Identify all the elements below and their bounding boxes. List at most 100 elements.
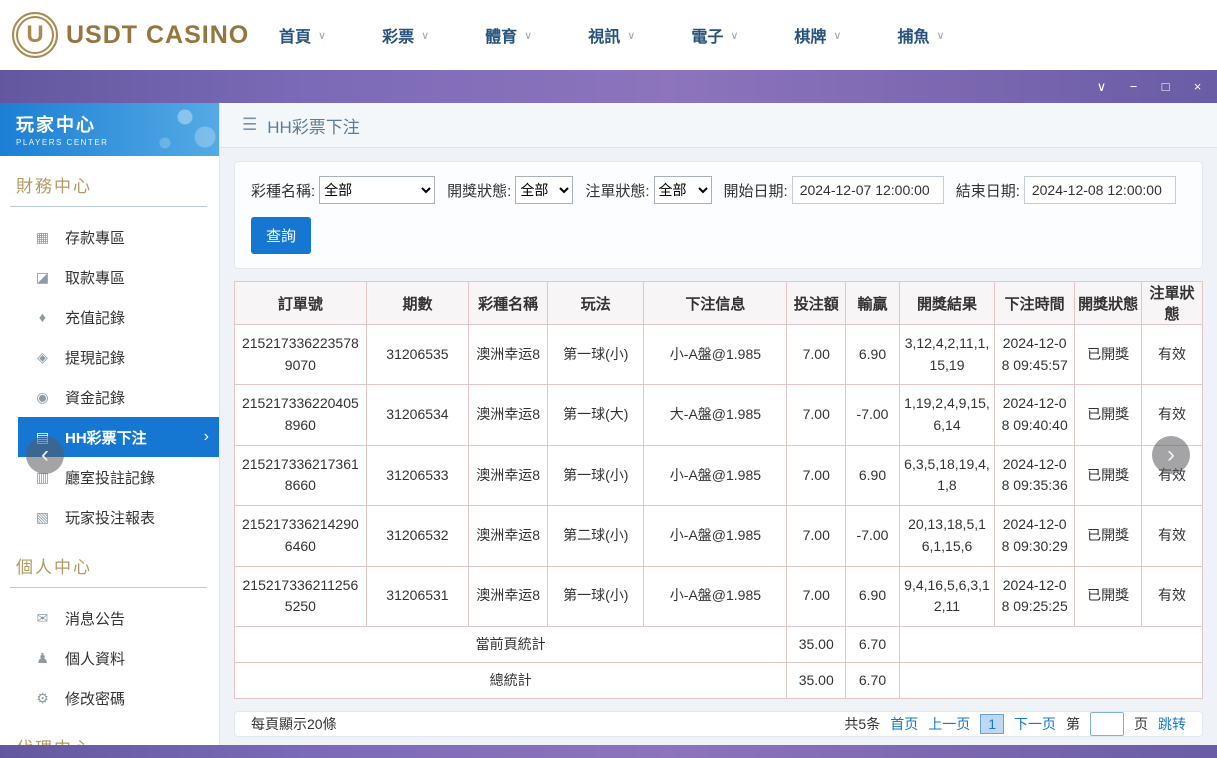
sidebar-item-player-bet-report[interactable]: ▧ 玩家投注報表	[0, 497, 219, 537]
sidebar-item-label: 存款專區	[65, 227, 125, 248]
bet-table-panel: 訂單號 期數 彩種名稱 玩法 下注信息 投注額 輸贏 開獎結果 下注時間 開獎狀…	[234, 281, 1203, 699]
cell-bet-time: 2024-12-08 09:40:40	[995, 385, 1075, 445]
first-page-link[interactable]: 首页	[890, 714, 918, 734]
nav-label: 電子	[691, 23, 723, 47]
page-title: HH彩票下注	[267, 113, 360, 138]
filter-row: 彩種名稱: 全部 開獎狀態: 全部 注單狀態: 全部	[251, 176, 1186, 204]
table-row: 2152173362142906460 31206532 澳洲幸运8 第二球(小…	[235, 506, 1203, 566]
chevron-right-icon: ›	[204, 428, 209, 446]
sidebar-item-withdraw[interactable]: ◪ 取款專區	[0, 257, 219, 297]
chevron-down-icon: ∨	[421, 29, 429, 42]
cell-bet-info: 小-A盤@1.985	[644, 566, 787, 626]
nav-item-sports[interactable]: 體育∨	[485, 23, 532, 47]
cell-draw-status: 已開獎	[1075, 385, 1142, 445]
table-row: 2152173362204058960 31206534 澳洲幸运8 第一球(大…	[235, 385, 1203, 445]
next-page-link[interactable]: 下一页	[1014, 714, 1056, 734]
cell-bet-time: 2024-12-08 09:25:25	[995, 566, 1075, 626]
cell-amount: 7.00	[787, 385, 846, 445]
nav-item-cards[interactable]: 棋牌∨	[794, 23, 841, 47]
nav-item-home[interactable]: 首頁∨	[279, 23, 326, 47]
filter-order-status: 注單狀態: 全部	[585, 176, 711, 204]
cell-amount: 7.00	[787, 506, 846, 566]
summary-win-loss: 6.70	[846, 626, 900, 662]
chevron-down-icon: ∨	[936, 29, 944, 42]
sidebar-item-deposit[interactable]: ▦ 存款專區	[0, 217, 219, 257]
end-date-input[interactable]	[1024, 176, 1176, 204]
cell-order-status: 有效	[1142, 566, 1203, 626]
header-order-no: 訂單號	[235, 282, 367, 325]
jump-button[interactable]: 跳转	[1158, 714, 1186, 734]
collapse-icon[interactable]: ∨	[1094, 80, 1109, 93]
summary-amount: 35.00	[787, 662, 846, 698]
cell-lottery: 澳洲幸运8	[469, 506, 548, 566]
main-nav: 首頁∨ 彩票∨ 體育∨ 視訊∨ 電子∨ 棋牌∨ 捕魚∨	[279, 23, 945, 47]
cell-order-no: 2152173362204058960	[235, 385, 367, 445]
sidebar-item-withdraw-record[interactable]: ◈ 提現記錄	[0, 337, 219, 377]
header-win-loss: 輸贏	[846, 282, 900, 325]
cell-bet-time: 2024-12-08 09:45:57	[995, 325, 1075, 385]
nav-label: 視訊	[588, 23, 620, 47]
sidebar-item-change-password[interactable]: ⚙ 修改密碼	[0, 678, 219, 718]
bet-table: 訂單號 期數 彩種名稱 玩法 下注信息 投注額 輸贏 開獎結果 下注時間 開獎狀…	[234, 281, 1203, 699]
minimize-icon[interactable]: −	[1126, 80, 1141, 93]
cell-play: 第一球(大)	[548, 385, 644, 445]
nav-item-video[interactable]: 視訊 ∨	[588, 23, 635, 47]
nav-item-fishing[interactable]: 捕魚∨	[897, 23, 944, 47]
sidebar-item-label: 充值記錄	[65, 307, 125, 328]
chevron-down-icon: ∨	[318, 29, 326, 42]
search-button[interactable]: 查詢	[251, 217, 311, 254]
cell-result: 9,4,16,5,6,3,12,11	[899, 566, 994, 626]
current-page-indicator: 1	[980, 714, 1004, 734]
bottom-window-bar	[0, 745, 1217, 758]
carousel-next-arrow[interactable]: ›	[1152, 436, 1190, 474]
person-icon: ♟	[34, 650, 51, 667]
chevron-down-icon: ∨	[627, 29, 635, 42]
draw-status-select[interactable]: 全部	[515, 176, 573, 204]
header-order-status: 注單狀態	[1142, 282, 1203, 325]
cell-win-loss: 6.90	[846, 445, 900, 505]
withdraw-icon: ◪	[34, 269, 51, 286]
nav-label: 棋牌	[794, 23, 826, 47]
deposit-icon: ▦	[34, 229, 51, 246]
order-status-select[interactable]: 全部	[654, 176, 712, 204]
recharge-record-icon: ♦	[34, 309, 51, 325]
close-icon[interactable]: ×	[1190, 80, 1205, 93]
table-row: 2152173362173618660 31206533 澳洲幸运8 第一球(小…	[235, 445, 1203, 505]
cell-order-no: 2152173362142906460	[235, 506, 367, 566]
sidebar-item-profile[interactable]: ♟ 個人資料	[0, 638, 219, 678]
sidebar-item-label: HH彩票下注	[65, 427, 147, 448]
header-bet-info: 下注信息	[644, 282, 787, 325]
filter-start-date: 開始日期:	[724, 176, 944, 204]
cell-order-no: 2152173362235789070	[235, 325, 367, 385]
maximize-icon[interactable]: □	[1158, 80, 1173, 93]
cell-draw-status: 已開獎	[1075, 445, 1142, 505]
cell-order-status: 有效	[1142, 325, 1203, 385]
cell-win-loss: -7.00	[846, 385, 900, 445]
start-date-input[interactable]	[792, 176, 944, 204]
sidebar-item-funds-record[interactable]: ◉ 資金記錄	[0, 377, 219, 417]
hamburger-icon[interactable]: ☰	[242, 115, 257, 135]
sidebar-item-announcements[interactable]: ✉ 消息公告	[0, 598, 219, 638]
cell-bet-info: 大-A盤@1.985	[644, 385, 787, 445]
cell-bet-info: 小-A盤@1.985	[644, 325, 787, 385]
cell-order-no: 2152173362173618660	[235, 445, 367, 505]
jump-suffix-label: 页	[1134, 714, 1148, 734]
cell-bet-time: 2024-12-08 09:30:29	[995, 506, 1075, 566]
cell-order-no: 2152173362112565250	[235, 566, 367, 626]
sidebar-heading-agent: 代理中心	[10, 718, 207, 745]
cell-amount: 7.00	[787, 566, 846, 626]
page-summary-row: 當前頁統計 35.00 6.70	[235, 626, 1203, 662]
nav-item-electronic[interactable]: 電子∨	[691, 23, 738, 47]
lottery-name-select[interactable]: 全部	[319, 176, 435, 204]
sidebar-item-label: 資金記錄	[65, 387, 125, 408]
prev-page-link[interactable]: 上一页	[928, 714, 970, 734]
main-content: ☰ HH彩票下注 彩種名稱: 全部 開獎狀態: 全部 注	[220, 103, 1217, 745]
jump-page-input[interactable]	[1090, 712, 1124, 736]
sidebar-item-recharge-record[interactable]: ♦ 充值記錄	[0, 297, 219, 337]
carousel-prev-arrow[interactable]: ‹	[26, 436, 64, 474]
nav-item-lottery[interactable]: 彩票∨	[382, 23, 429, 47]
summary-empty	[899, 626, 1202, 662]
cell-win-loss: 6.90	[846, 566, 900, 626]
cell-lottery: 澳洲幸运8	[469, 445, 548, 505]
header-bet-time: 下注時間	[995, 282, 1075, 325]
